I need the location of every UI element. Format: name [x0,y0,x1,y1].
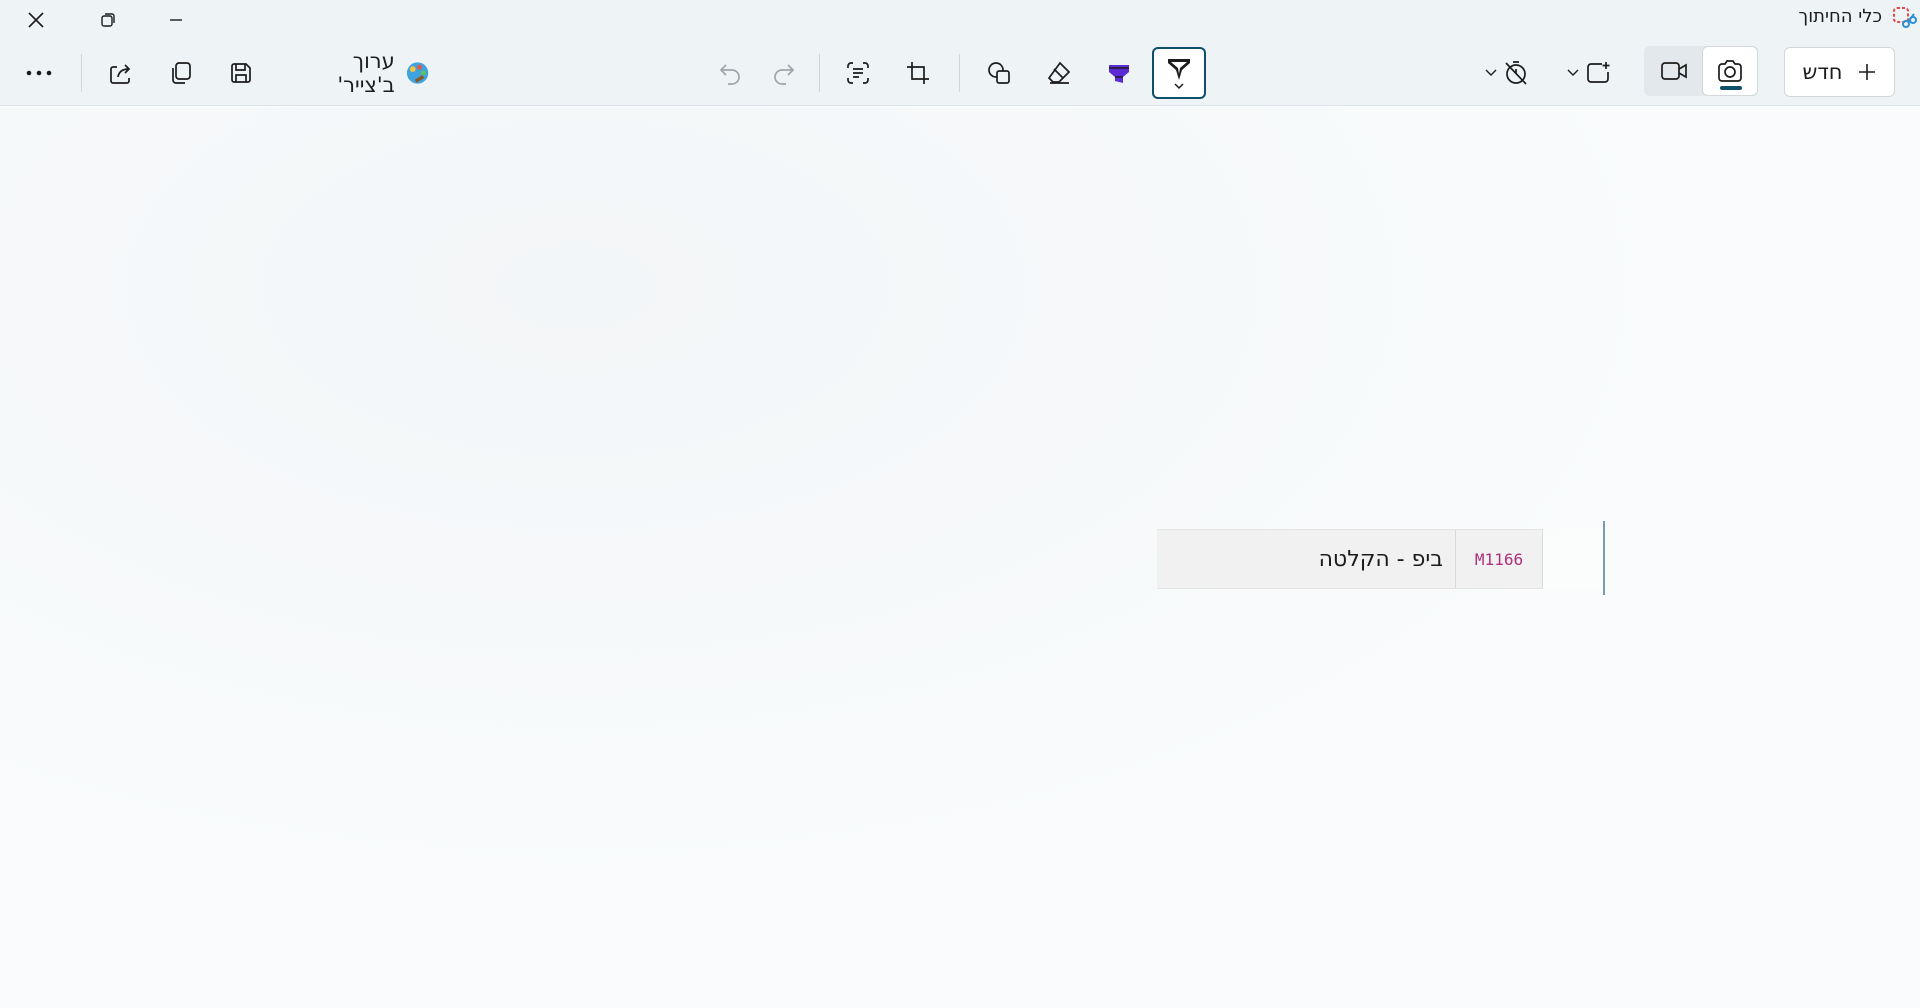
title-bar: כלי החיתוך [0,0,1920,40]
undo-button[interactable] [707,47,753,99]
captured-table-row: M1166 ביפ - הקלטה [1157,529,1543,589]
restore-button[interactable] [74,0,142,40]
row-code-cell: M1166 [1455,530,1543,588]
ballpoint-pen-button[interactable] [1152,47,1206,99]
new-snip-button[interactable]: חדש [1784,47,1895,97]
new-snip-label: חדש [1802,60,1843,84]
undo-icon [719,64,740,85]
plus-icon [1858,64,1875,80]
more-icon [26,70,52,76]
redo-icon [774,64,795,85]
video-icon [1661,62,1687,80]
eraser-button[interactable] [1036,47,1082,99]
camera-icon [1718,60,1742,82]
toolbar: ערוך ב'צייר' חדש [0,40,1920,106]
snip-mode-icon [1587,62,1610,83]
highlighter-icon [1109,65,1129,83]
screenshot-mode-button[interactable] [1702,46,1758,96]
toolbar-separator [819,54,820,92]
timer-off-icon [1505,61,1527,85]
snip-canvas[interactable] [0,107,1920,1008]
close-button[interactable] [2,0,70,40]
pen-icon [1168,59,1190,90]
shapes-button[interactable] [976,47,1022,99]
copy-icon [172,62,191,84]
paint-icon [406,62,429,84]
minimize-button[interactable] [142,0,210,40]
shapes-icon [988,62,1010,84]
minimize-icon [170,19,182,21]
crop-icon [907,62,929,84]
snip-mode-button[interactable] [1556,47,1622,99]
restore-icon [101,13,115,27]
toolbar-separator [959,54,960,92]
save-icon [231,63,251,83]
redo-button[interactable] [761,47,807,99]
chevron-down-icon [1485,69,1497,76]
close-icon [28,12,44,28]
crop-button[interactable] [895,47,941,99]
active-mode-indicator [1720,86,1742,90]
selection-edge [1603,521,1605,595]
toolbar-separator [81,54,82,92]
delay-button[interactable] [1474,47,1540,99]
save-button[interactable] [218,47,264,99]
eraser-icon [1047,61,1071,84]
edit-in-paint-label: ערוך ב'צייר' [337,49,395,97]
more-button[interactable] [14,47,64,99]
chevron-down-icon [1567,69,1579,76]
share-button[interactable] [98,47,144,99]
capture-mode-toggle [1644,46,1758,96]
snipping-tool-logo-icon [1893,7,1917,28]
text-actions-button[interactable] [835,47,881,99]
share-icon [110,64,131,84]
row-text-cell: ביפ - הקלטה [1318,546,1443,572]
text-actions-icon [847,62,869,84]
copy-button[interactable] [158,47,204,99]
video-mode-button[interactable] [1646,46,1702,96]
highlighter-button[interactable] [1096,47,1142,99]
window-title: כלי החיתוך [1798,6,1882,27]
edit-in-paint-button[interactable]: ערוך ב'צייר' [286,47,436,99]
row-blank-cell [1543,529,1605,589]
